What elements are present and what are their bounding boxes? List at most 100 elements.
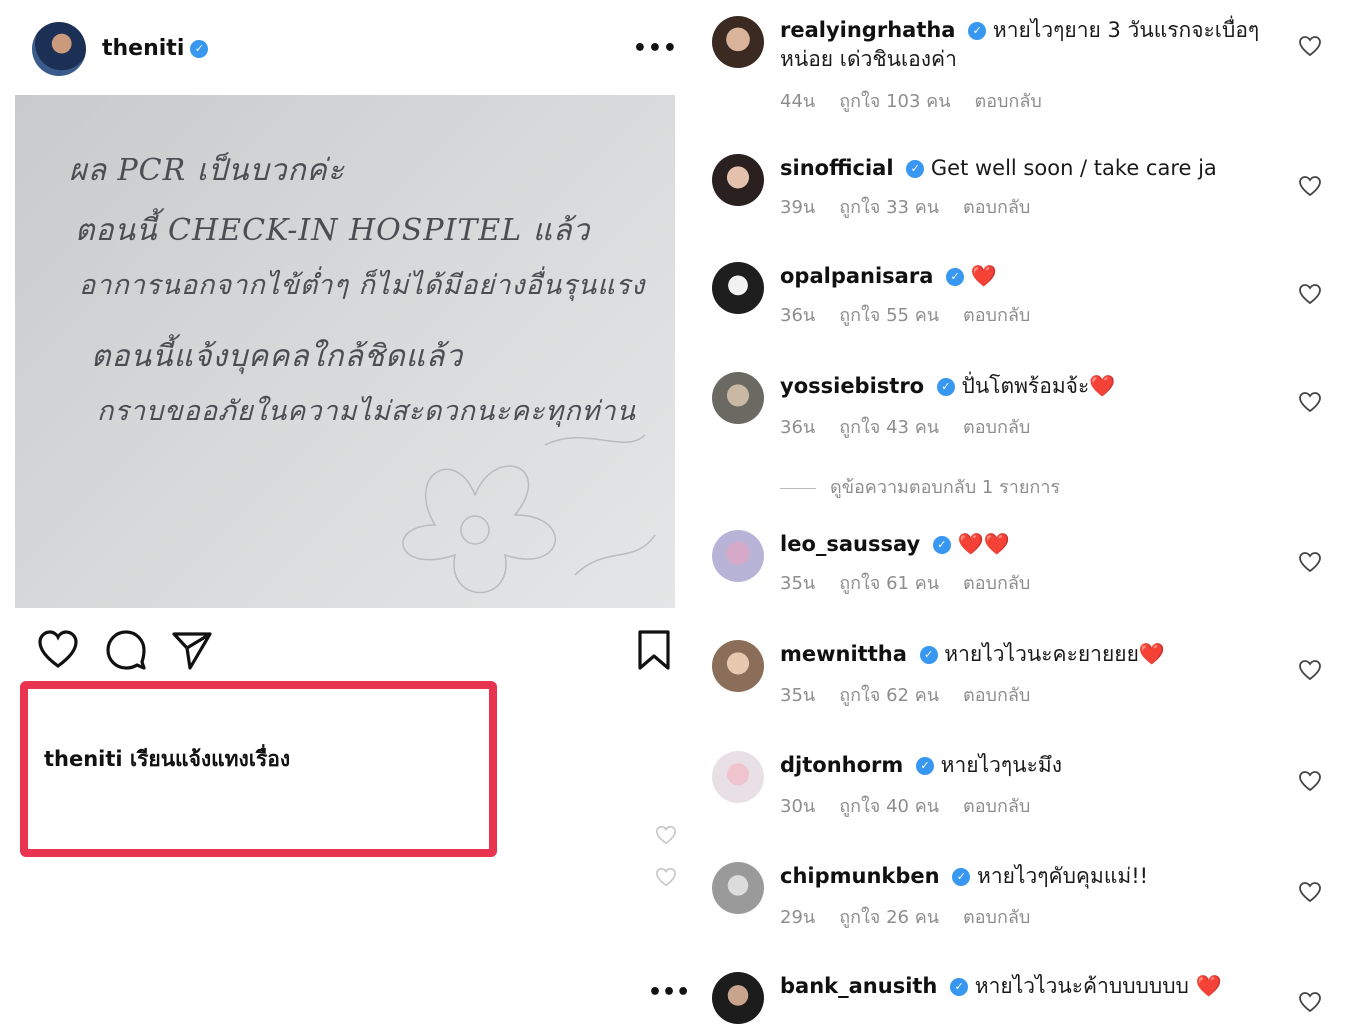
reply-link[interactable]: ตอบกลับ <box>975 91 1042 112</box>
comment-likes[interactable]: ถูกใจ 62 คน <box>839 685 939 706</box>
reply-link[interactable]: ตอบกลับ <box>963 573 1030 594</box>
comment-body: yossiebistro ✓ ปั่นโตพร้อมจ้ะ❤️ <box>780 372 1280 401</box>
comment-username[interactable]: mewnittha <box>780 642 907 666</box>
share-send-icon[interactable] <box>170 628 214 672</box>
verified-badge-icon: ✓ <box>915 757 934 775</box>
reply-link[interactable]: ตอบกลับ <box>963 907 1030 928</box>
avatar[interactable] <box>712 16 764 68</box>
reply-link[interactable]: ตอบกลับ <box>963 685 1030 706</box>
comment-like-heart-icon[interactable] <box>1298 658 1322 682</box>
avatar[interactable] <box>712 640 764 692</box>
comment-time: 29น <box>780 907 816 928</box>
comment-text: หายไวๆนะมึง <box>940 753 1062 777</box>
avatar[interactable] <box>712 154 764 206</box>
avatar[interactable] <box>32 22 86 76</box>
comment-text: ปั่นโตพร้อมจ้ะ❤️ <box>961 374 1116 398</box>
comment-likes[interactable]: ถูกใจ 40 คน <box>839 796 939 817</box>
comment-like-heart-icon[interactable] <box>1298 990 1322 1014</box>
photo-text-line: ตอนนี้แจ้งบุคคลใกล้ชิดแล้ว <box>91 339 464 374</box>
comment-like-heart-icon[interactable] <box>1298 769 1322 793</box>
comment-like-heart-icon[interactable] <box>1298 174 1322 198</box>
small-like-heart-icon[interactable] <box>655 824 677 846</box>
comment-body: leo_saussay ✓ ❤️❤️ <box>780 530 1280 559</box>
comment-time: 36น <box>780 305 816 326</box>
avatar[interactable] <box>712 972 764 1024</box>
comment-like-heart-icon[interactable] <box>1298 390 1322 414</box>
comment-likes[interactable]: ถูกใจ 26 คน <box>839 907 939 928</box>
reply-link[interactable]: ตอบกลับ <box>963 197 1030 218</box>
comment-text: หายไวไวนะค้าบบบบบบ ❤️ <box>974 974 1222 998</box>
comment-time: 39น <box>780 197 816 218</box>
like-heart-icon[interactable] <box>36 628 80 672</box>
comment-likes[interactable]: ถูกใจ 33 คน <box>839 197 939 218</box>
comment-meta: 35น ถูกใจ 61 คน ตอบกลับ <box>780 568 1054 597</box>
reply-link[interactable]: ตอบกลับ <box>963 305 1030 326</box>
comment-text: Get well soon / take care ja <box>930 156 1217 180</box>
comment-username[interactable]: leo_saussay <box>780 532 920 556</box>
verified-badge-icon: ✓ <box>906 160 925 178</box>
comment-body: mewnittha ✓ หายไวไวนะคะยายยย❤️ <box>780 640 1280 669</box>
comment-body: bank_anusith ✓ หายไวไวนะค้าบบบบบบ ❤️ <box>780 972 1280 1001</box>
comment-item: opalpanisara ✓ ❤️ 36น ถูกใจ 55 คน ตอบกลับ <box>712 262 1342 342</box>
comment-time: 30น <box>780 796 816 817</box>
comment-text: ❤️ <box>970 264 997 288</box>
comment-likes[interactable]: ถูกใจ 55 คน <box>839 305 939 326</box>
comment-item: leo_saussay ✓ ❤️❤️ 35น ถูกใจ 61 คน ตอบกลับ <box>712 530 1342 610</box>
comment-text: หายไวๆคับคุมแม่!! <box>976 864 1149 888</box>
small-like-heart-icon[interactable] <box>655 866 677 888</box>
post-caption: theniti เรียนแจ้งแทงเรื่อง <box>44 747 291 771</box>
verified-badge-icon: ✓ <box>952 868 971 886</box>
comment-body: djtonhorm ✓ หายไวๆนะมึง <box>780 751 1280 780</box>
comment-like-heart-icon[interactable] <box>1298 880 1322 904</box>
reply-link[interactable]: ตอบกลับ <box>963 417 1030 438</box>
comment-username[interactable]: realyingrhatha <box>780 18 955 42</box>
comment-meta: 29น ถูกใจ 26 คน ตอบกลับ <box>780 902 1054 931</box>
avatar[interactable] <box>712 862 764 914</box>
comment-item: realyingrhatha ✓ หายไวๆยาย 3 วันแรกจะเบื… <box>712 16 1342 126</box>
photo-text-line: ตอนนี้ CHECK-IN HOSPITEL แล้ว <box>75 213 591 248</box>
comment-likes[interactable]: ถูกใจ 43 คน <box>839 417 939 438</box>
comment-username[interactable]: yossiebistro <box>780 374 924 398</box>
comment-meta: 30น ถูกใจ 40 คน ตอบกลับ <box>780 791 1054 820</box>
comment-likes[interactable]: ถูกใจ 103 คน <box>839 91 950 112</box>
comment-username[interactable]: djtonhorm <box>780 753 903 777</box>
caption-highlight-box: theniti เรียนแจ้งแทงเรื่อง <box>20 681 497 857</box>
verified-badge-icon: ✓ <box>968 22 987 40</box>
avatar[interactable] <box>712 372 764 424</box>
verified-badge-icon: ✓ <box>946 268 965 286</box>
post-username[interactable]: theniti ✓ <box>102 36 209 61</box>
comment-username[interactable]: opalpanisara <box>780 264 933 288</box>
comment-like-heart-icon[interactable] <box>1298 550 1322 574</box>
bookmark-icon[interactable] <box>632 628 676 672</box>
post-username-text[interactable]: theniti <box>102 36 184 61</box>
avatar[interactable] <box>712 530 764 582</box>
comment-username[interactable]: sinofficial <box>780 156 894 180</box>
verified-badge-icon: ✓ <box>950 978 969 996</box>
comment-username[interactable]: chipmunkben <box>780 864 940 888</box>
verified-badge-icon: ✓ <box>932 536 951 554</box>
comment-meta: 44น ถูกใจ 103 คน ตอบกลับ <box>780 86 1066 115</box>
comment-body: sinofficial ✓ Get well soon / take care … <box>780 154 1280 183</box>
verified-badge-icon: ✓ <box>190 40 209 58</box>
photo-text-line: อาการนอกจากไข้ต่ำๆ ก็ไม่ได้มีอย่างอื่นรุ… <box>79 270 646 301</box>
comment-item: djtonhorm ✓ หายไวๆนะมึง 30น ถูกใจ 40 คน ตอ… <box>712 751 1342 831</box>
view-replies-label[interactable]: ดูข้อความตอบกลับ 1 รายการ <box>830 477 1060 498</box>
comment-text: หายไวไวนะคะยายยย❤️ <box>944 642 1166 666</box>
comment-like-heart-icon[interactable] <box>1298 34 1322 58</box>
comment-like-heart-icon[interactable] <box>1298 282 1322 306</box>
comment-body: realyingrhatha ✓ หายไวๆยาย 3 วันแรกจะเบื… <box>780 16 1280 74</box>
view-replies-link[interactable]: ดูข้อความตอบกลับ 1 รายการ <box>780 472 1060 501</box>
reply-link[interactable]: ตอบกลับ <box>963 796 1030 817</box>
comment-body: opalpanisara ✓ ❤️ <box>780 262 1280 291</box>
more-options-icon[interactable]: ••• <box>633 36 678 61</box>
post-photo[interactable]: ผล PCR เป็นบวกค่ะ ตอนนี้ CHECK-IN HOSPIT… <box>15 95 675 608</box>
comment-likes[interactable]: ถูกใจ 61 คน <box>839 573 939 594</box>
more-options-icon[interactable]: ••• <box>648 980 690 1005</box>
comment-bubble-icon[interactable] <box>104 628 148 672</box>
photo-text-line: ผล PCR เป็นบวกค่ะ <box>69 153 345 188</box>
avatar[interactable] <box>712 262 764 314</box>
comment-meta: 35น ถูกใจ 62 คน ตอบกลับ <box>780 680 1054 709</box>
comment-meta: 36น ถูกใจ 55 คน ตอบกลับ <box>780 300 1054 329</box>
avatar[interactable] <box>712 751 764 803</box>
comment-username[interactable]: bank_anusith <box>780 974 937 998</box>
